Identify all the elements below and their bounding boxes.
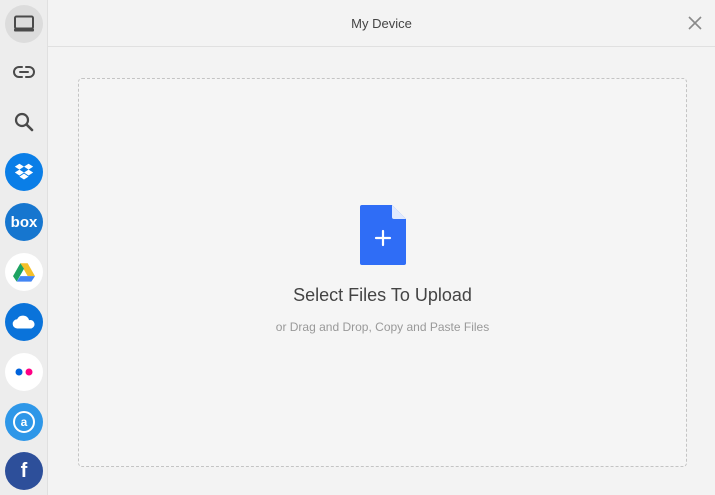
link-icon: [5, 53, 43, 91]
sidebar-item-dropbox[interactable]: [0, 148, 48, 196]
file-plus-icon: [359, 205, 406, 265]
main-panel: My Device Select Files To Upload or Drag…: [48, 0, 715, 495]
sidebar-item-onedrive[interactable]: [0, 298, 48, 346]
facebook-icon: f: [5, 452, 43, 490]
source-sidebar: box a f: [0, 0, 48, 495]
file-picker-window: box a f My Device Select Files To Upload…: [0, 0, 715, 495]
sidebar-item-facebook[interactable]: f: [0, 447, 48, 495]
sidebar-item-my-device[interactable]: [0, 0, 48, 48]
close-button[interactable]: [683, 11, 707, 35]
sidebar-item-flickr[interactable]: [0, 348, 48, 396]
close-icon: [688, 16, 702, 30]
sidebar-item-web-search[interactable]: [0, 98, 48, 146]
sidebar-item-google-drive[interactable]: [0, 248, 48, 296]
flickr-icon: [5, 353, 43, 391]
sidebar-item-link[interactable]: [0, 48, 48, 96]
box-icon: box: [5, 203, 43, 241]
amazon-icon: a: [5, 403, 43, 441]
dropbox-icon: [5, 153, 43, 191]
select-files-label: Select Files To Upload: [293, 285, 472, 305]
file-dropzone[interactable]: Select Files To Upload or Drag and Drop,…: [78, 78, 687, 467]
page-title: My Device: [351, 15, 412, 31]
drag-drop-hint: or Drag and Drop, Copy and Paste Files: [275, 320, 490, 334]
sidebar-item-amazon[interactable]: a: [0, 398, 48, 446]
monitor-icon: [5, 5, 43, 43]
sidebar-item-box[interactable]: box: [0, 198, 48, 246]
google-drive-icon: [5, 253, 43, 291]
search-icon: [5, 103, 43, 141]
window-header: My Device: [48, 0, 715, 47]
onedrive-icon: [5, 303, 43, 341]
